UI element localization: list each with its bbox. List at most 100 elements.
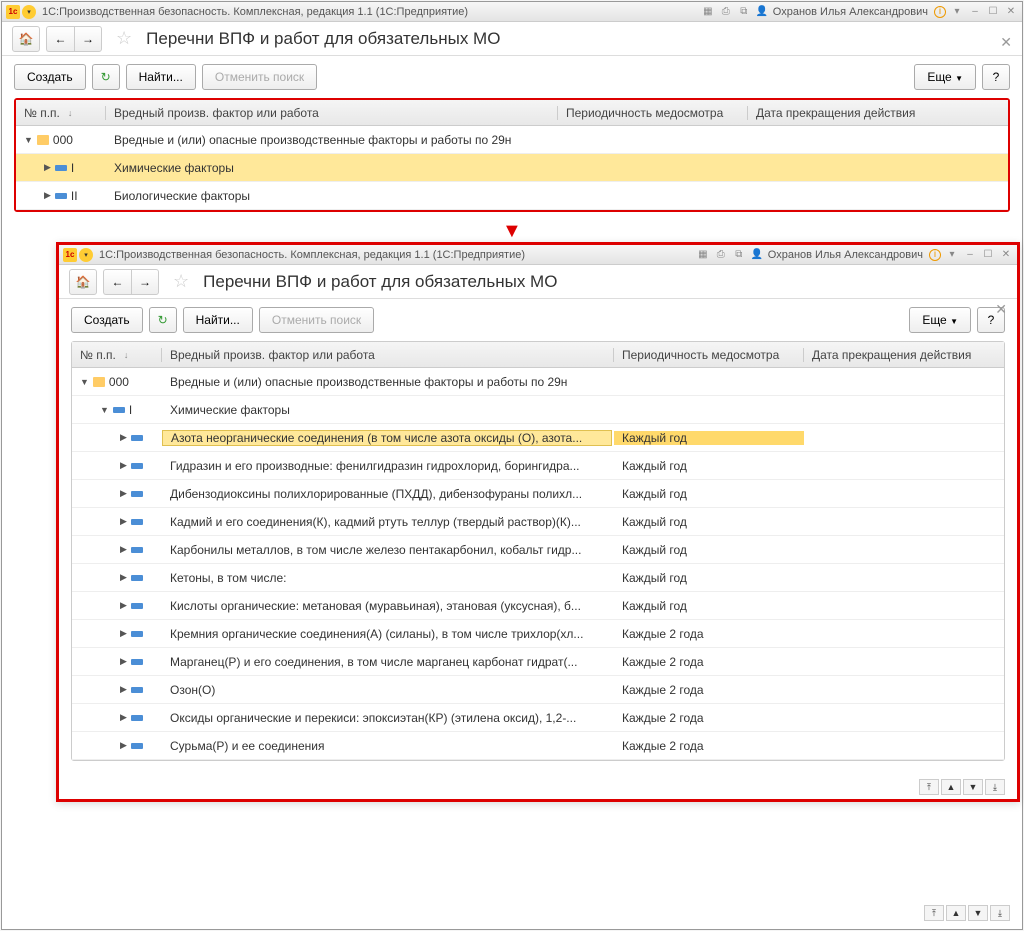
app-title: 1С:Производственная безопасность. Компле…: [42, 6, 701, 18]
close-icon[interactable]: ✕: [999, 248, 1013, 262]
calc-icon[interactable]: ▦: [701, 5, 715, 19]
col-period[interactable]: Периодичность медосмотра: [558, 106, 748, 120]
nested-tab-close-icon[interactable]: ✕: [995, 301, 1007, 318]
info-icon[interactable]: i: [929, 249, 941, 261]
table-row[interactable]: ▶Кетоны, в том числе:Каждый год: [72, 564, 1004, 592]
table-row[interactable]: ▶Кислоты органические: метановая (муравь…: [72, 592, 1004, 620]
table-row[interactable]: ▶IХимические факторы: [16, 154, 1008, 182]
forward-button[interactable]: →: [131, 269, 159, 295]
table-row[interactable]: ▼000Вредные и (или) опасные производстве…: [16, 126, 1008, 154]
nav-last-icon[interactable]: ⤓: [985, 779, 1005, 795]
table-row[interactable]: ▶Кремния органические соединения(А) (сил…: [72, 620, 1004, 648]
help-button[interactable]: ?: [982, 64, 1010, 90]
print-icon[interactable]: ⎙: [719, 5, 733, 19]
nav-down-icon[interactable]: ▼: [968, 905, 988, 921]
row-period: Каждый год: [614, 571, 804, 585]
find-button[interactable]: Найти...: [183, 307, 253, 333]
cancel-search-button[interactable]: Отменить поиск: [202, 64, 317, 90]
find-button[interactable]: Найти...: [126, 64, 196, 90]
expand-icon[interactable]: ▶: [120, 432, 127, 443]
close-icon[interactable]: ✕: [1004, 5, 1018, 19]
table-row[interactable]: ▶ Кадмий и его соединения(К), кадмий ртут…: [72, 508, 1004, 536]
dropdown-icon[interactable]: ▾: [950, 5, 964, 19]
col-factor[interactable]: Вредный произв. фактор или работа: [162, 348, 614, 362]
nav-first-icon[interactable]: ⤒: [919, 779, 939, 795]
expand-icon[interactable]: ▶: [120, 712, 127, 723]
back-button[interactable]: ←: [103, 269, 131, 295]
col-end-date[interactable]: Дата прекращения действия: [804, 348, 1004, 362]
app-menu-dropdown-icon[interactable]: ▾: [22, 5, 36, 19]
item-icon: [131, 659, 143, 665]
tab-close-icon[interactable]: ✕: [1000, 34, 1012, 51]
expand-icon[interactable]: ▶: [120, 544, 127, 555]
table-row[interactable]: ▶Дибензодиоксины полихлорированные (ПХДД…: [72, 480, 1004, 508]
expand-icon[interactable]: ▼: [80, 377, 89, 387]
info-icon[interactable]: i: [934, 6, 946, 18]
expand-icon[interactable]: ▶: [120, 684, 127, 695]
cancel-search-button[interactable]: Отменить поиск: [259, 307, 374, 333]
nav-up-icon[interactable]: ▲: [946, 905, 966, 921]
row-period: Каждые 2 года: [614, 683, 804, 697]
refresh-button[interactable]: ↻: [92, 64, 120, 90]
link-icon[interactable]: ⧉: [737, 5, 751, 19]
expand-icon[interactable]: ▶: [120, 516, 127, 527]
table-row[interactable]: ▶Карбонилы металлов, в том числе железо …: [72, 536, 1004, 564]
expand-icon[interactable]: ▼: [24, 135, 33, 145]
table-row[interactable]: ▶Азота неорганические соединения (в том …: [72, 424, 1004, 452]
calc-icon[interactable]: ▦: [696, 248, 710, 262]
favorite-star-icon[interactable]: ☆: [173, 271, 189, 292]
create-button[interactable]: Создать: [14, 64, 86, 90]
table-row[interactable]: ▼IХимические факторы: [72, 396, 1004, 424]
forward-button[interactable]: →: [74, 26, 102, 52]
item-icon: [55, 193, 67, 199]
user-icon: 👤: [755, 5, 769, 19]
expand-icon[interactable]: ▶: [120, 740, 127, 751]
table-row[interactable]: ▶Сурьма(Р) и ее соединенияКаждые 2 года: [72, 732, 1004, 760]
minimize-icon[interactable]: –: [968, 5, 982, 19]
expand-icon[interactable]: ▶: [120, 488, 127, 499]
col-num[interactable]: № п.п.↓: [72, 348, 162, 362]
create-button[interactable]: Создать: [71, 307, 143, 333]
table-row[interactable]: ▶Озон(О)Каждые 2 года: [72, 676, 1004, 704]
row-num: 000: [109, 375, 129, 389]
table-row[interactable]: ▼000Вредные и (или) опасные производстве…: [72, 368, 1004, 396]
col-factor[interactable]: Вредный произв. фактор или работа: [106, 106, 558, 120]
expand-icon[interactable]: ▶: [120, 572, 127, 583]
row-name: Кадмий и его соединения(К), кадмий ртуть…: [162, 515, 614, 529]
print-icon[interactable]: ⎙: [714, 248, 728, 262]
home-button[interactable]: 🏠: [69, 269, 97, 295]
more-button[interactable]: Еще ▼: [914, 64, 976, 90]
table-row[interactable]: ▶Марганец(Р) и его соединения, в том чис…: [72, 648, 1004, 676]
maximize-icon[interactable]: ☐: [981, 248, 995, 262]
back-button[interactable]: ←: [46, 26, 74, 52]
minimize-icon[interactable]: –: [963, 248, 977, 262]
table-row[interactable]: ▶Оксиды органические и перекиси: эпоксиэ…: [72, 704, 1004, 732]
maximize-icon[interactable]: ☐: [986, 5, 1000, 19]
expand-icon[interactable]: ▶: [120, 600, 127, 611]
item-icon: [131, 715, 143, 721]
expand-icon[interactable]: ▶: [44, 162, 51, 173]
table-row[interactable]: ▶IIБиологические факторы: [16, 182, 1008, 210]
col-period[interactable]: Периодичность медосмотра: [614, 348, 804, 362]
expand-icon[interactable]: ▶: [120, 656, 127, 667]
expand-icon[interactable]: ▼: [100, 405, 109, 415]
nav-down-icon[interactable]: ▼: [963, 779, 983, 795]
favorite-star-icon[interactable]: ☆: [116, 28, 132, 49]
nav-up-icon[interactable]: ▲: [941, 779, 961, 795]
annotation-arrow-icon: ▼: [502, 220, 522, 243]
nav-last-icon[interactable]: ⤓: [990, 905, 1010, 921]
table-row[interactable]: ▶Гидразин и его производные: фенилгидраз…: [72, 452, 1004, 480]
row-name: Химические факторы: [106, 161, 558, 175]
more-button[interactable]: Еще ▼: [909, 307, 971, 333]
app-menu-dropdown-icon[interactable]: ▾: [79, 248, 93, 262]
col-num[interactable]: № п.п.↓: [16, 106, 106, 120]
expand-icon[interactable]: ▶: [120, 628, 127, 639]
expand-icon[interactable]: ▶: [120, 460, 127, 471]
link-icon[interactable]: ⧉: [732, 248, 746, 262]
refresh-button[interactable]: ↻: [149, 307, 177, 333]
nav-first-icon[interactable]: ⤒: [924, 905, 944, 921]
col-end-date[interactable]: Дата прекращения действия: [748, 106, 1008, 120]
expand-icon[interactable]: ▶: [44, 190, 51, 201]
dropdown-icon[interactable]: ▾: [945, 248, 959, 262]
home-button[interactable]: 🏠: [12, 26, 40, 52]
